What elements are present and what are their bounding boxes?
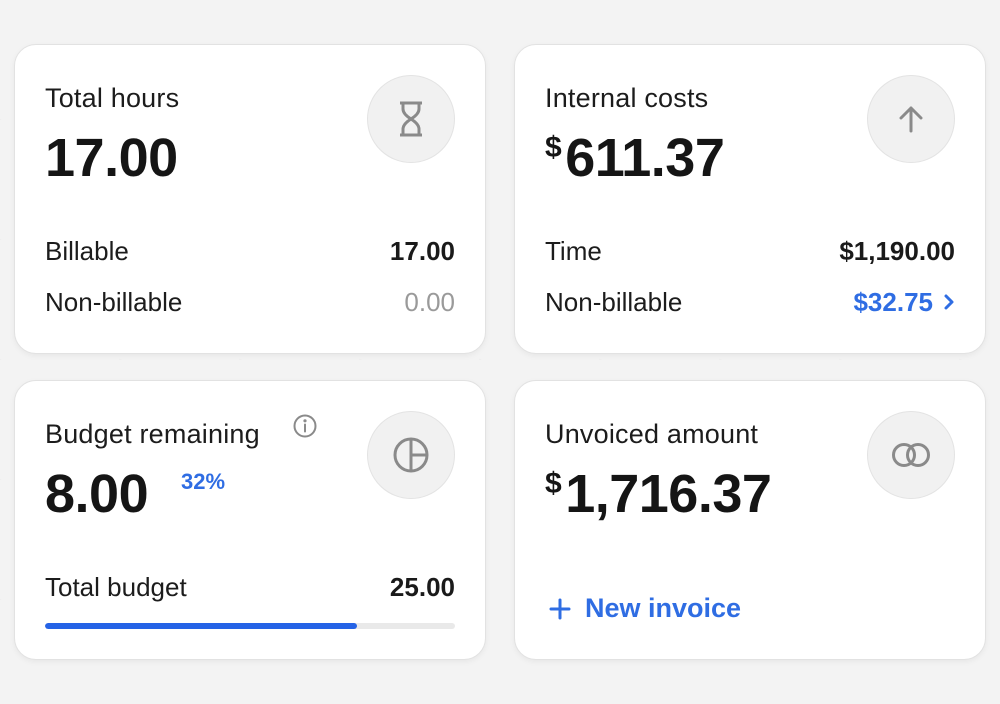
budget-remaining-title: Budget remaining (45, 419, 260, 449)
billable-label: Billable (45, 235, 129, 266)
unvoiced-amount-value: $1,716.37 (545, 464, 772, 524)
total-hours-card: Total hours 17.00 Billable 17.00 Non-bil… (14, 44, 486, 354)
chevron-right-icon[interactable] (943, 293, 955, 311)
hourglass-icon (367, 75, 455, 163)
budget-remaining-value: 8.00 (45, 464, 149, 524)
new-invoice-button[interactable]: New invoice (549, 593, 741, 624)
new-invoice-label[interactable]: New invoice (585, 593, 741, 624)
time-cost-value: $1,190.00 (839, 235, 955, 266)
non-billable-hours-row: Non-billable 0.00 (45, 285, 455, 319)
non-billable-cost-link[interactable]: $32.75 (853, 287, 955, 318)
billable-value: 17.00 (389, 235, 455, 266)
currency-symbol: $ (545, 467, 562, 500)
rings-icon (867, 411, 955, 499)
currency-symbol: $ (545, 131, 562, 164)
unvoiced-amount-title: Unvoiced amount (545, 419, 759, 449)
budget-remaining-card: Budget remaining 8.00 32% Total budget 2… (14, 380, 486, 660)
total-hours-title: Total hours (45, 83, 180, 113)
total-budget-row: Total budget 25.00 (45, 570, 455, 604)
unvoiced-amount-card: Unvoiced amount $1,716.37 New invoice (514, 380, 986, 660)
internal-costs-card: Internal costs $611.37 Time $1,190.00 No… (514, 44, 986, 354)
total-budget-label: Total budget (45, 571, 187, 602)
non-billable-hours-label: Non-billable (45, 286, 183, 317)
unvoiced-amount-figure: 1,716.37 (565, 464, 772, 524)
total-hours-value: 17.00 (45, 128, 178, 188)
non-billable-cost-row[interactable]: Non-billable $32.75 (545, 285, 955, 319)
internal-costs-value: $611.37 (545, 128, 725, 188)
budget-progress-bar (45, 623, 455, 629)
time-cost-row: Time $1,190.00 (545, 234, 955, 268)
pie-chart-icon (367, 411, 455, 499)
total-budget-value: 25.00 (389, 571, 455, 602)
internal-costs-amount: 611.37 (565, 128, 725, 188)
info-icon[interactable] (292, 413, 318, 444)
plus-icon[interactable] (549, 598, 571, 620)
non-billable-hours-value: 0.00 (404, 286, 455, 317)
internal-costs-title: Internal costs (545, 83, 709, 113)
budget-progress-fill (45, 623, 357, 629)
billable-row: Billable 17.00 (45, 234, 455, 268)
arrow-up-icon (867, 75, 955, 163)
non-billable-cost-label: Non-billable (545, 286, 683, 317)
non-billable-cost-value[interactable]: $32.75 (853, 287, 933, 318)
budget-remaining-percent: 32% (181, 469, 226, 494)
time-cost-label: Time (545, 235, 602, 266)
